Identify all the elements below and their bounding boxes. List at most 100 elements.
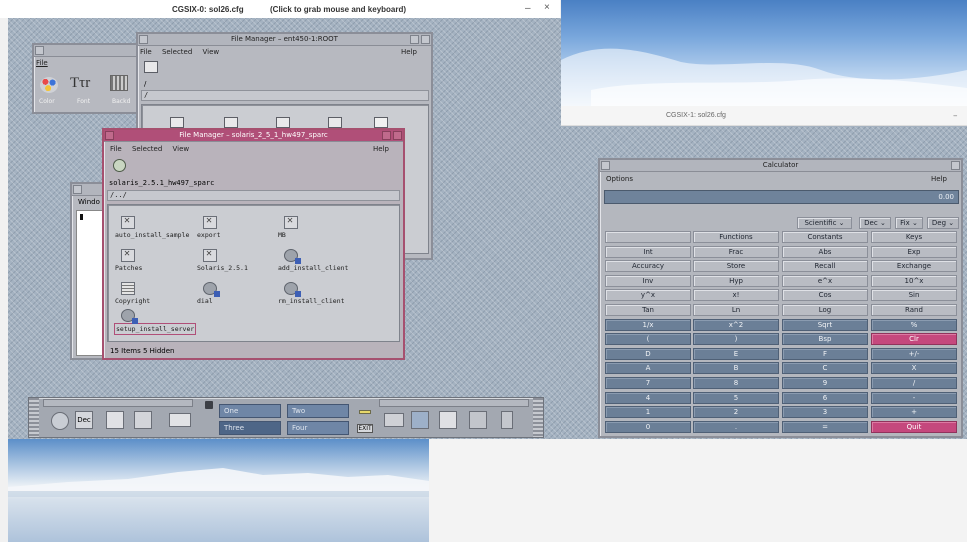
key-symbol-button[interactable]: % — [871, 318, 957, 331]
key-symbol-button[interactable]: / — [871, 377, 957, 389]
drive-icon[interactable] — [144, 61, 158, 73]
key-d-button[interactable]: D — [605, 347, 691, 360]
calculator-window[interactable]: Calculator Options Help 0.00 Scientific … — [598, 158, 963, 438]
maximize-button[interactable] — [393, 131, 402, 140]
key-quit-button[interactable]: Quit — [871, 420, 957, 433]
key-cos-button[interactable]: Cos — [782, 289, 868, 302]
menu-help[interactable]: Help — [401, 47, 417, 58]
minimize-button[interactable] — [410, 35, 419, 44]
key-log-button[interactable]: Log — [782, 304, 868, 316]
close-button[interactable]: × — [544, 2, 550, 13]
menu-file[interactable]: File — [110, 145, 122, 153]
key-2-button[interactable]: 2 — [693, 406, 779, 419]
key-8-button[interactable]: 8 — [693, 377, 779, 389]
window-menu-button[interactable] — [139, 35, 148, 44]
printer-icon[interactable] — [384, 413, 404, 427]
key-bsp-button[interactable]: Bsp — [782, 333, 868, 346]
subpanel-arrows[interactable] — [43, 399, 193, 407]
file-item[interactable]: Copyright — [115, 282, 195, 305]
workspace-four-button[interactable]: Four — [287, 421, 349, 435]
fm-root-path-field[interactable]: / — [141, 90, 429, 101]
file-manager-solaris-window[interactable]: File Manager – solaris_2_5_1_hw497_sparc… — [102, 128, 405, 360]
key-accuracy-button[interactable]: Accuracy — [605, 260, 691, 273]
key-exchange-button[interactable]: Exchange — [871, 260, 957, 273]
key-a-button[interactable]: A — [605, 362, 691, 375]
key-10-x-button[interactable]: 10^x — [871, 274, 957, 287]
key-f-button[interactable]: F — [782, 347, 868, 360]
key-y-x-button[interactable]: y^x — [605, 289, 691, 302]
key-1-x-button[interactable]: 1/x — [605, 318, 691, 331]
key-6-button[interactable]: 6 — [782, 391, 868, 404]
menu-file[interactable]: File — [140, 48, 152, 56]
key-0-button[interactable]: 0 — [605, 420, 691, 433]
menu-view[interactable]: View — [203, 48, 220, 56]
key-c-button[interactable]: C — [782, 362, 868, 375]
key-abs-button[interactable]: Abs — [782, 245, 868, 258]
color-icon[interactable] — [40, 77, 58, 93]
file-item[interactable]: Solaris_2.5.1 — [197, 248, 277, 272]
key-clr-button[interactable]: Clr — [871, 333, 957, 346]
lock-icon[interactable] — [205, 401, 213, 409]
file-item[interactable]: auto_install_sample — [115, 215, 195, 239]
folder-icon[interactable] — [170, 117, 184, 128]
key-4-button[interactable]: 4 — [605, 391, 691, 404]
fm-solaris-file-area[interactable]: auto_install_sample export MB Patches So… — [107, 204, 400, 342]
help-manager-icon[interactable] — [469, 411, 487, 429]
menu-help[interactable]: Help — [931, 174, 947, 185]
calendar-icon[interactable]: Dec — [75, 411, 93, 429]
fm-solaris-path-field[interactable]: /../ — [107, 190, 400, 201]
key-symbol-button[interactable]: - — [871, 391, 957, 404]
key-9-button[interactable]: 9 — [782, 377, 868, 389]
display-fix-button[interactable]: Fix ⌄ — [895, 217, 923, 229]
executable-icon[interactable] — [374, 117, 388, 128]
front-panel-handle[interactable] — [29, 398, 39, 437]
trash-icon[interactable] — [501, 411, 513, 429]
window-menu-button[interactable] — [73, 185, 82, 194]
key-inv-button[interactable]: Inv — [605, 274, 691, 287]
file-item[interactable]: Patches — [115, 248, 195, 272]
menu-file[interactable]: File — [36, 59, 48, 67]
key-x-button[interactable]: x! — [693, 289, 779, 302]
maximize-button[interactable] — [951, 161, 960, 170]
key-sin-button[interactable]: Sin — [871, 289, 957, 302]
menu-options[interactable]: Options — [606, 175, 633, 183]
key-3-button[interactable]: 3 — [782, 406, 868, 419]
clock-icon[interactable] — [51, 412, 69, 430]
folder-icon[interactable] — [276, 117, 290, 128]
style-manager-window[interactable]: File Tτr Color Font Backd — [32, 43, 150, 114]
maximize-button[interactable] — [421, 35, 430, 44]
key-symbol-button[interactable]: ) — [693, 333, 779, 346]
window-menu-button[interactable] — [35, 46, 44, 55]
key-rand-button[interactable]: Rand — [871, 304, 957, 316]
mail-icon[interactable] — [169, 413, 191, 427]
host-window-0-titlebar[interactable]: CGSIX-0: sol26.cfg (Click to grab mouse … — [0, 0, 560, 18]
key-int-button[interactable]: Int — [605, 245, 691, 258]
workspace-two-button[interactable]: Two — [287, 404, 349, 418]
app-manager-icon[interactable] — [439, 411, 457, 429]
key-hyp-button[interactable]: Hyp — [693, 274, 779, 287]
key-x-2-button[interactable]: x^2 — [693, 318, 779, 331]
style-manager-icon[interactable] — [411, 411, 429, 429]
minimize-button[interactable]: – — [525, 3, 531, 14]
key-7-button[interactable]: 7 — [605, 377, 691, 389]
file-item[interactable]: MB — [278, 215, 358, 239]
folder-icon[interactable] — [328, 117, 342, 128]
key-symbol-button[interactable]: + — [871, 406, 957, 419]
menu-window[interactable]: Windo — [78, 198, 100, 206]
key-frac-button[interactable]: Frac — [693, 245, 779, 258]
menu-selected[interactable]: Selected — [162, 48, 192, 56]
file-item[interactable]: rm_install_client — [278, 282, 358, 305]
file-item[interactable]: dial — [197, 282, 277, 305]
file-manager-icon[interactable] — [106, 411, 124, 429]
base-dec-button[interactable]: Dec ⌄ — [859, 217, 891, 229]
key-1-button[interactable]: 1 — [605, 406, 691, 419]
key-symbol-button[interactable]: = — [782, 420, 868, 433]
style-manager-titlebar[interactable] — [34, 45, 148, 57]
fm-root-titlebar[interactable]: File Manager – ent450-1:ROOT — [138, 34, 431, 46]
file-item[interactable]: add_install_client — [278, 249, 358, 272]
key-b-button[interactable]: B — [693, 362, 779, 375]
key-5-button[interactable]: 5 — [693, 391, 779, 404]
window-menu-button[interactable] — [601, 161, 610, 170]
mode-scientific-button[interactable]: Scientific ⌄ — [797, 217, 852, 229]
key-symbol-button[interactable]: . — [693, 420, 779, 433]
